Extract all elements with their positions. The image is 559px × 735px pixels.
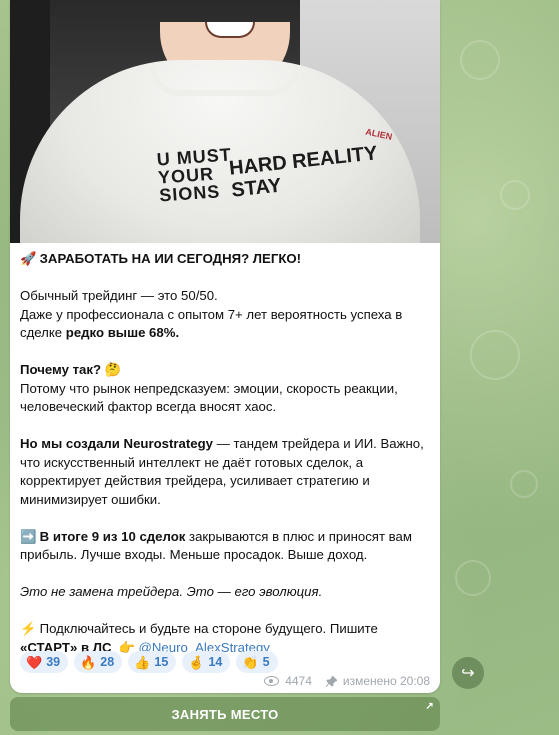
- paragraph-3: Но мы создали Neurostrategy — тандем тре…: [20, 435, 430, 509]
- lightning-icon: ⚡: [20, 621, 37, 636]
- reactions-bar: ❤️ 39 🔥 28 👍 15 🤞 14 👏 5: [20, 651, 278, 673]
- cta-label: ЗАНЯТЬ МЕСТО: [171, 706, 279, 722]
- arrow-right-icon: ➡️: [20, 528, 37, 544]
- reaction-fire[interactable]: 🔥 28: [74, 651, 123, 673]
- reaction-clap[interactable]: 👏 5: [236, 651, 278, 673]
- reaction-count: 39: [46, 655, 61, 669]
- photo-print-left: U MUST YOUR SIONS: [156, 144, 233, 206]
- doodle: [460, 40, 500, 80]
- thumbs-up-icon: 👍: [134, 654, 151, 670]
- paragraph-1: Обычный трейдинг — это 50/50. Даже у про…: [20, 287, 430, 343]
- doodle: [510, 470, 538, 498]
- message-meta: 4474 изменено 20:08: [264, 674, 430, 688]
- pin-icon: [325, 675, 337, 687]
- clap-icon: 👏: [242, 654, 259, 670]
- share-icon: ↪: [461, 665, 475, 682]
- heart-icon: ❤️: [26, 654, 43, 670]
- views-icon: [264, 676, 280, 686]
- reaction-crossed-fingers[interactable]: 🤞 14: [182, 651, 231, 673]
- reaction-count: 28: [100, 655, 115, 669]
- post-photo[interactable]: U MUST YOUR SIONS HARD REALITY STAY ALIE…: [10, 0, 440, 243]
- reaction-count: 14: [208, 655, 223, 669]
- post-text: 🚀 ЗАРАБОТАТЬ НА ИИ СЕГОДНЯ? ЛЕГКО! Обычн…: [20, 250, 430, 657]
- message-bubble: U MUST YOUR SIONS HARD REALITY STAY ALIE…: [10, 0, 440, 693]
- reaction-thumbs-up[interactable]: 👍 15: [128, 651, 177, 673]
- post-headline: 🚀 ЗАРАБОТАТЬ НА ИИ СЕГОДНЯ? ЛЕГКО!: [20, 250, 430, 269]
- photo-collar: [150, 66, 300, 96]
- reaction-count: 5: [262, 655, 270, 669]
- paragraph-4: ➡️ В итоге 9 из 10 сделок закрываются в …: [20, 528, 430, 565]
- reaction-heart[interactable]: ❤️ 39: [20, 651, 69, 673]
- views-count: 4474: [285, 674, 312, 688]
- p4-bold: В итоге 9 из 10 сделок: [39, 528, 186, 544]
- p5-italic: Это не замена трейдера. Это — его эволюц…: [20, 584, 323, 599]
- p3-bold: Но мы создали Neurostrategy: [20, 436, 213, 451]
- paragraph-2: Почему так? 🤔 Потому что рынок непредска…: [20, 361, 430, 417]
- crossed-fingers-icon: 🤞: [188, 654, 205, 670]
- p6-text: Подключайтесь и будьте на стороне будуще…: [36, 621, 378, 636]
- thinking-icon: 🤔: [104, 362, 122, 377]
- p1-line1: Обычный трейдинг — это 50/50.: [20, 288, 218, 303]
- doodle: [470, 330, 520, 380]
- take-place-button[interactable]: ЗАНЯТЬ МЕСТО ↗: [10, 697, 440, 731]
- headline-text: ЗАРАБОТАТЬ НА ИИ СЕГОДНЯ? ЛЕГКО!: [39, 251, 302, 266]
- reaction-count: 15: [154, 655, 169, 669]
- edited-timestamp: изменено 20:08: [342, 674, 430, 688]
- p2-text: Потому что рынок непредсказуем: эмоции, …: [20, 380, 398, 415]
- external-link-icon: ↗: [425, 701, 434, 712]
- fire-icon: 🔥: [80, 654, 97, 670]
- question-bold: Почему так?: [20, 362, 102, 377]
- doodle: [500, 180, 530, 210]
- p1-bold: редко выше 68%.: [65, 325, 180, 340]
- share-button[interactable]: ↪: [452, 657, 484, 689]
- paragraph-5: Это не замена трейдера. Это — его эволюц…: [20, 583, 430, 602]
- rocket-icon: 🚀: [20, 251, 37, 266]
- doodle: [455, 560, 491, 596]
